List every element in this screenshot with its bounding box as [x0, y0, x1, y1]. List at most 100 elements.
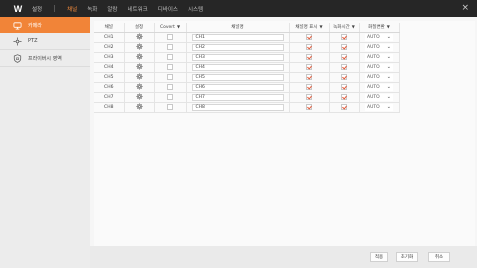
covert-checkbox[interactable]	[167, 53, 173, 60]
menu-item-record[interactable]: 녹화	[87, 5, 97, 13]
record-time-cell	[329, 82, 360, 93]
covert-checkbox[interactable]	[167, 33, 173, 40]
menu-item-system[interactable]: 시스템	[188, 5, 203, 13]
gear-icon[interactable]	[135, 82, 143, 92]
footer-bar: 적용 초기화 취소	[90, 246, 477, 268]
record-time-checkbox[interactable]	[341, 33, 347, 40]
reset-button[interactable]: 초기화	[396, 252, 418, 262]
settings-cell	[124, 102, 155, 113]
quality-select[interactable]: AUTO ⌄	[365, 83, 393, 91]
channel-name-input[interactable]: CH8	[191, 103, 284, 111]
channel-cell: CH6	[94, 82, 125, 93]
sidebar-item-camera[interactable]: 카메라	[0, 17, 90, 33]
channel-name-input[interactable]: CH4	[191, 63, 284, 71]
channel-table: 채널 설정 Covert ▼ 채널명 채널명 표시 ▼ 녹화시간 ▼ 화질변환 ▼ CH…	[94, 23, 400, 113]
menu-item-channel[interactable]: 채널	[67, 5, 77, 13]
show-name-cell	[289, 102, 330, 113]
menu-item-device[interactable]: 디바이스	[158, 5, 178, 13]
show-name-checkbox[interactable]	[306, 33, 312, 40]
channel-name-input[interactable]: CH6	[191, 83, 284, 91]
cancel-button[interactable]: 취소	[428, 252, 450, 262]
name-cell: CH3	[186, 52, 290, 63]
menu-item-alarm[interactable]: 알람	[107, 5, 117, 13]
show-name-cell	[289, 72, 330, 83]
camera-icon	[12, 20, 22, 30]
menu-item-network[interactable]: 네트워크	[128, 5, 148, 13]
channel-cell: CH4	[94, 62, 125, 73]
quality-select[interactable]: AUTO ⌄	[365, 93, 393, 101]
sidebar-item-ptz[interactable]: PTZ	[0, 33, 90, 50]
table-row: CH7 CH7 AUTO ⌄	[94, 92, 400, 103]
channel-cell: CH5	[94, 72, 125, 83]
show-name-cell	[289, 52, 330, 63]
channel-name-input[interactable]: CH1	[191, 33, 284, 41]
record-time-checkbox[interactable]	[341, 63, 347, 70]
covert-cell	[154, 42, 187, 53]
quality-select[interactable]: AUTO ⌄	[365, 43, 393, 51]
top-bar: W 설정 채널 녹화 알람 네트워크 디바이스 시스템 ×	[0, 0, 477, 17]
covert-cell	[154, 72, 187, 83]
covert-cell	[154, 62, 187, 73]
quality-select[interactable]: AUTO ⌄	[365, 103, 393, 111]
quality-select[interactable]: AUTO ⌄	[365, 73, 393, 81]
col-show-name[interactable]: 채널명 표시 ▼	[289, 23, 330, 33]
quality-select[interactable]: AUTO ⌄	[365, 63, 393, 71]
quality-cell: AUTO ⌄	[359, 72, 400, 83]
covert-checkbox[interactable]	[167, 63, 173, 70]
quality-select[interactable]: AUTO ⌄	[365, 33, 393, 41]
covert-checkbox[interactable]	[167, 83, 173, 90]
record-time-checkbox[interactable]	[341, 93, 347, 100]
covert-checkbox[interactable]	[167, 93, 173, 100]
quality-select[interactable]: AUTO ⌄	[365, 53, 393, 61]
channel-name-input[interactable]: CH2	[191, 43, 284, 51]
settings-cell	[124, 62, 155, 73]
show-name-checkbox[interactable]	[306, 53, 312, 60]
covert-cell	[154, 102, 187, 113]
table-header-row: 채널 설정 Covert ▼ 채널명 채널명 표시 ▼ 녹화시간 ▼ 화질변환 ▼	[94, 23, 400, 33]
sidebar-item-privacy[interactable]: 프라이버시 영역	[0, 50, 90, 67]
col-record-time[interactable]: 녹화시간 ▼	[329, 23, 360, 33]
logo-text: W	[13, 3, 23, 14]
record-time-checkbox[interactable]	[341, 83, 347, 90]
show-name-checkbox[interactable]	[306, 83, 312, 90]
channel-cell: CH3	[94, 52, 125, 63]
gear-icon[interactable]	[135, 92, 143, 102]
show-name-checkbox[interactable]	[306, 43, 312, 50]
channel-name-input[interactable]: CH3	[191, 53, 284, 61]
gear-icon[interactable]	[135, 32, 143, 42]
channel-name-input[interactable]: CH7	[191, 93, 284, 101]
settings-cell	[124, 82, 155, 93]
show-name-checkbox[interactable]	[306, 63, 312, 70]
close-icon[interactable]: ×	[461, 2, 469, 14]
chevron-down-icon: ⌄	[386, 64, 391, 70]
name-cell: CH1	[186, 32, 290, 43]
quality-value: AUTO	[367, 34, 380, 40]
col-covert[interactable]: Covert ▼	[154, 23, 187, 33]
record-time-checkbox[interactable]	[341, 53, 347, 60]
record-time-checkbox[interactable]	[341, 73, 347, 80]
show-name-checkbox[interactable]	[306, 73, 312, 80]
show-name-checkbox[interactable]	[306, 93, 312, 100]
gear-icon[interactable]	[135, 42, 143, 52]
covert-checkbox[interactable]	[167, 73, 173, 80]
channel-name-input[interactable]: CH5	[191, 73, 284, 81]
name-cell: CH2	[186, 42, 290, 53]
covert-cell	[154, 92, 187, 103]
col-settings: 설정	[124, 23, 155, 33]
record-time-checkbox[interactable]	[341, 103, 347, 110]
record-time-checkbox[interactable]	[341, 43, 347, 50]
gear-icon[interactable]	[135, 52, 143, 62]
col-quality[interactable]: 화질변환 ▼	[359, 23, 400, 33]
apply-button[interactable]: 적용	[370, 252, 388, 262]
gear-icon[interactable]	[135, 62, 143, 72]
quality-value: AUTO	[367, 94, 380, 100]
gear-icon[interactable]	[135, 102, 143, 112]
name-cell: CH6	[186, 82, 290, 93]
caret-down-icon: ▼	[176, 24, 181, 30]
covert-checkbox[interactable]	[167, 43, 173, 50]
show-name-checkbox[interactable]	[306, 103, 312, 110]
gear-icon[interactable]	[135, 72, 143, 82]
caret-down-icon: ▼	[386, 24, 390, 30]
covert-checkbox[interactable]	[167, 103, 173, 110]
quality-cell: AUTO ⌄	[359, 82, 400, 93]
